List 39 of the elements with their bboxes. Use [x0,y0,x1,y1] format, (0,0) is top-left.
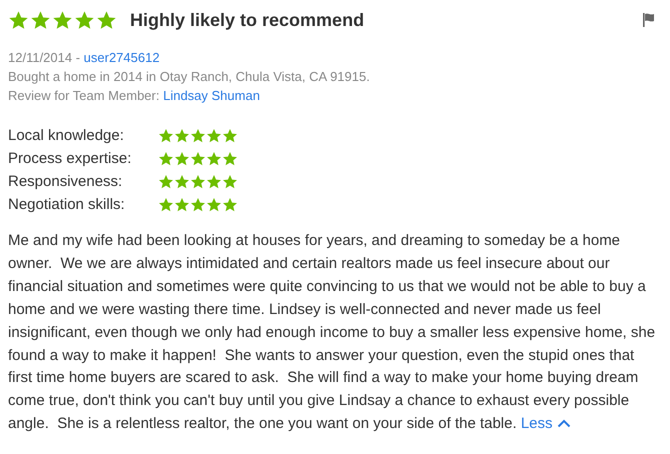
star-icon [74,10,95,30]
rating-label: Responsiveness: [8,173,124,190]
star-icon [158,196,174,212]
star-icon [222,150,238,166]
star-icon [190,174,206,190]
star-icon [174,196,190,212]
star-icon [206,174,222,190]
star-icon [174,128,190,144]
star-icon [206,150,222,166]
star-icon [174,174,190,190]
team-member-link[interactable]: Lindsay Shuman [163,88,260,103]
rating-label: Local knowledge: [8,127,125,144]
star-icon [30,10,51,30]
rating-label: Process expertise: [8,150,132,167]
review-title: Highly likely to recommend [130,10,366,30]
star-icon [174,150,190,166]
user-link[interactable]: user2745612 [84,50,160,65]
star-icon [8,10,29,30]
star-icon [158,150,174,166]
less-link[interactable]: Less [520,415,571,432]
star-icon [190,150,206,166]
star-icon [96,10,117,30]
review-date: 12/11/2014 - [8,50,82,65]
team-member-label: Review for Team Member: [8,88,160,103]
star-icon [158,174,174,190]
star-icon [222,196,238,212]
flag-icon[interactable] [640,12,656,28]
caret-icon [556,418,571,428]
star-icon [190,128,206,144]
star-icon [206,128,222,144]
purchase-info: Bought a home in 2014 in Otay Ranch, Chula Vista, CA 91915. [8,68,371,86]
star-icon [222,174,238,190]
star-icon [222,128,238,144]
star-icon [190,196,206,212]
star-icon [206,196,222,212]
rating-label: Negotiation skills: [8,196,126,213]
star-icon [158,128,174,144]
review-text: Me and my wife had been looking at houses for years, and dreaming to someday be a home owner. We we are always intimidated and certain realtors made us feel insecure about our financial situation and sometimes were quite convincing to us that we would not be able to buy a home and we were wasting there time. Lindsey is well-connected and never made us feel insignificant, even though we only had enough income to buy a smaller less expensive home, she found a way to make it happen! She wants to answer your question, even the stupid ones that first time home buyers are scared to ask. She will find a way to make your home buying dream come true, don't think you can't buy until you give Lindsay a chance to exhaust every possible angle. She is a relentless realtor, the one you want on your side of the table. Less [8,231,656,434]
star-icon [52,10,73,30]
